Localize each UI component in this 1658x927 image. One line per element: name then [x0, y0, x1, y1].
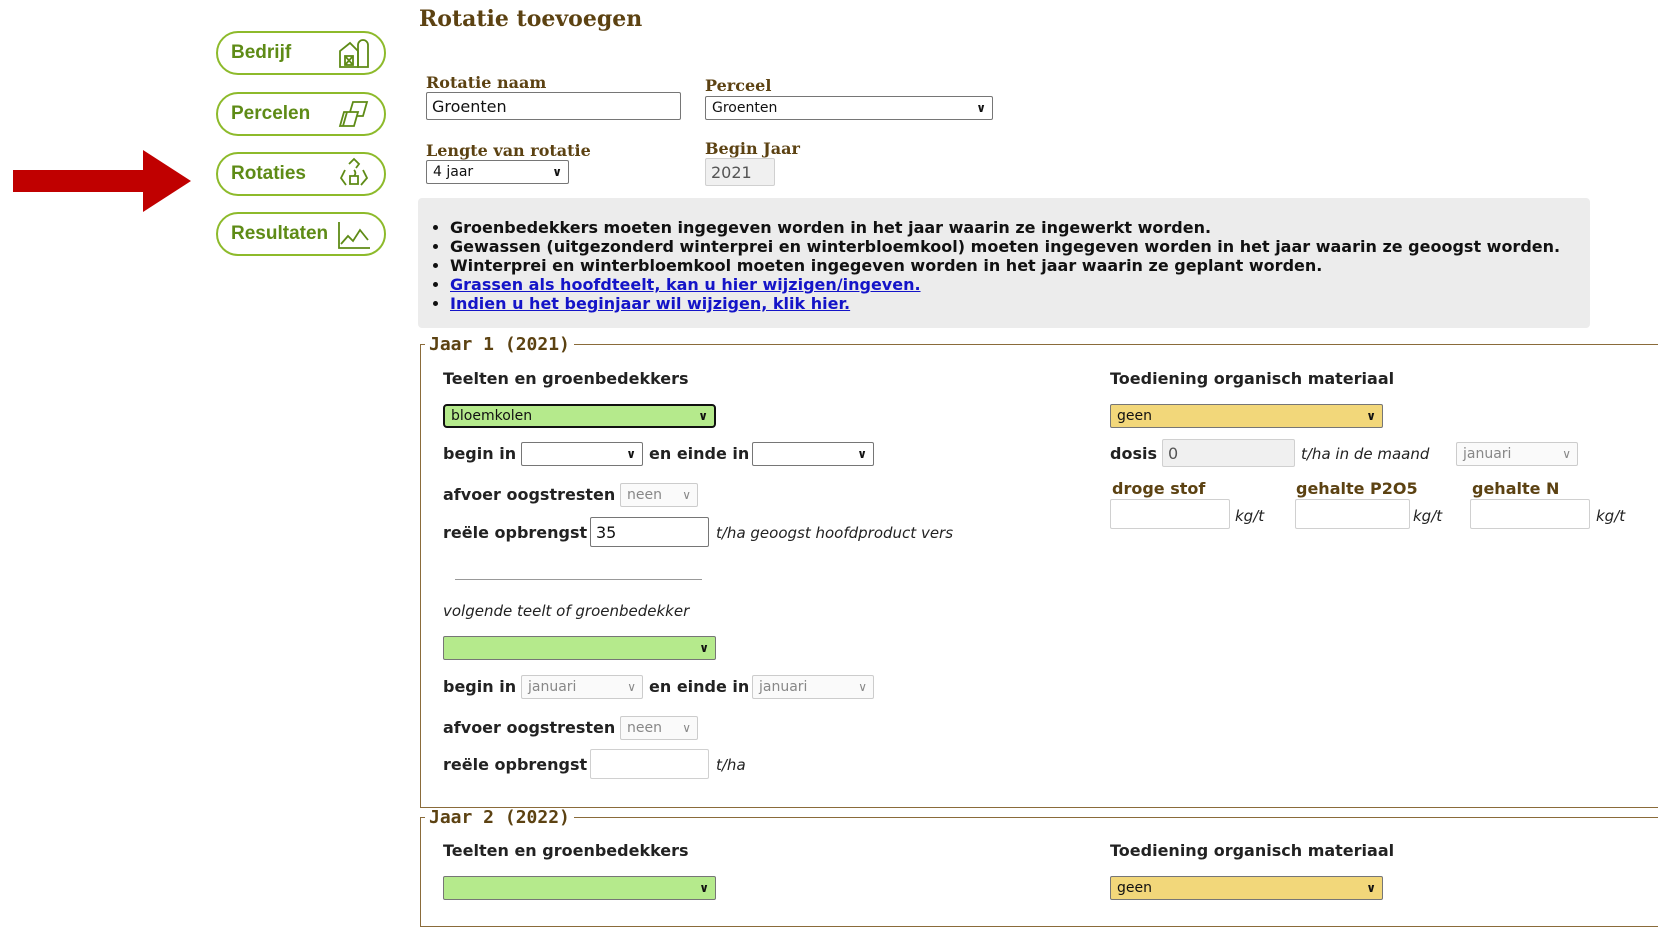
lengte-rotatie-select[interactable]: 4 jaar ∨	[426, 160, 569, 184]
dosis-label: dosis	[1110, 444, 1157, 463]
chevron-down-icon: ∨	[857, 447, 867, 461]
jaar1-legend: Jaar 1 (2021)	[429, 334, 570, 355]
sidebar-item-rotaties[interactable]: Rotaties	[216, 152, 386, 196]
afvoer-label: afvoer oogstresten	[443, 485, 616, 504]
chevron-down-icon: ∨	[698, 409, 708, 423]
volgende-teelt-select[interactable]: ∨	[443, 636, 716, 660]
rotatie-naam-input[interactable]	[426, 92, 681, 120]
chevron-down-icon: ∨	[699, 881, 709, 895]
org-select[interactable]: geen ∨	[1110, 404, 1383, 428]
chevron-down-icon: ∨	[858, 680, 867, 694]
begin-jaar-label: Begin Jaar	[705, 139, 800, 158]
teelt-selected: bloemkolen	[451, 408, 533, 424]
perceel-selected: Groenten	[712, 100, 778, 116]
volgende-label: volgende teelt of groenbedekker	[443, 602, 690, 620]
opbrengst-input[interactable]	[590, 517, 709, 547]
rotatie-naam-label: Rotatie naam	[426, 73, 547, 92]
n-input	[1470, 499, 1590, 529]
droge-stof-label: droge stof	[1112, 479, 1206, 498]
teelt-select[interactable]: bloemkolen ∨	[443, 404, 716, 428]
sidebar-item-percelen[interactable]: Percelen	[216, 92, 386, 136]
chevron-down-icon: ∨	[1366, 881, 1376, 895]
divider	[455, 579, 702, 580]
chevron-down-icon: ∨	[1562, 447, 1571, 461]
n-unit: kg/t	[1596, 507, 1626, 525]
info-item: Groenbedekkers moeten ingegeven worden i…	[450, 218, 1590, 237]
v-einde-in-select: januari ∨	[752, 675, 874, 699]
info-item: Winterprei en winterbloemkool moeten ing…	[450, 256, 1590, 275]
sidebar-item-label: Rotaties	[231, 163, 306, 184]
jaar2-fieldset: Jaar 2 (2022)	[420, 807, 1658, 927]
jaar2-legend: Jaar 2 (2022)	[429, 807, 570, 828]
afvoer-selected: neen	[627, 487, 662, 503]
v-begin-in-label: begin in	[443, 677, 517, 696]
chevron-down-icon: ∨	[682, 488, 691, 502]
recycle-icon	[339, 157, 369, 186]
sidebar-item-label: Resultaten	[231, 223, 329, 244]
v-afvoer-label: afvoer oogstresten	[443, 718, 616, 737]
info-item: Gewassen (uitgezonderd winterprei en win…	[450, 237, 1590, 256]
dosis-input	[1162, 439, 1295, 467]
lengte-rotatie-label: Lengte van rotatie	[426, 141, 591, 160]
lengte-selected: 4 jaar	[433, 164, 474, 180]
v-einde-in-label: en einde in	[649, 677, 750, 696]
chevron-down-icon: ∨	[626, 447, 636, 461]
opbrengst-unit: t/ha geoogst hoofdproduct vers	[716, 524, 954, 542]
afvoer-select: neen ∨	[620, 483, 698, 507]
sidebar-item-resultaten[interactable]: Resultaten	[216, 212, 386, 256]
chevron-down-icon: ∨	[1366, 409, 1376, 423]
dosis-unit: t/ha in de maand	[1301, 445, 1429, 463]
p2o5-input	[1295, 499, 1410, 529]
org-select-2[interactable]: geen ∨	[1110, 876, 1383, 900]
org-heading: Toediening organisch materiaal	[1110, 369, 1395, 388]
perceel-label: Perceel	[705, 76, 772, 95]
line-chart-icon	[338, 222, 370, 249]
org-selected-2: geen	[1117, 880, 1152, 896]
org-selected: geen	[1117, 408, 1152, 424]
page-title: Rotatie toevoegen	[419, 6, 643, 32]
opbrengst-label: reële opbrengst	[443, 523, 588, 542]
droge-stof-input	[1110, 499, 1230, 529]
beginjaar-link[interactable]: Indien u het beginjaar wil wijzigen, kli…	[450, 294, 850, 313]
maand-selected: januari	[1463, 446, 1512, 462]
sidebar-item-bedrijf[interactable]: Bedrijf	[216, 31, 386, 75]
parcels-icon	[338, 101, 369, 127]
info-box: Groenbedekkers moeten ingegeven worden i…	[418, 198, 1590, 328]
droge-stof-unit: kg/t	[1235, 507, 1265, 525]
v-afvoer-selected: neen	[627, 720, 662, 736]
p2o5-label: gehalte P2O5	[1296, 479, 1418, 498]
grassen-link[interactable]: Grassen als hoofdteelt, kan u hier wijzi…	[450, 275, 921, 294]
begin-in-select[interactable]: ∨	[521, 442, 643, 466]
perceel-select[interactable]: Groenten ∨	[705, 96, 993, 120]
einde-in-label: en einde in	[649, 444, 750, 463]
chevron-down-icon: ∨	[682, 721, 691, 735]
p2o5-unit: kg/t	[1413, 507, 1443, 525]
org-heading-2: Toediening organisch materiaal	[1110, 841, 1395, 860]
sidebar-item-label: Percelen	[231, 103, 311, 124]
chevron-down-icon: ∨	[552, 165, 562, 179]
v-begin-selected: januari	[528, 679, 577, 695]
v-opbrengst-unit: t/ha	[716, 756, 746, 774]
maand-select: januari ∨	[1456, 442, 1578, 466]
teelt-select-2[interactable]: ∨	[443, 876, 716, 900]
teelten-heading: Teelten en groenbedekkers	[443, 369, 689, 388]
chevron-down-icon: ∨	[976, 101, 986, 115]
farm-building-icon	[339, 39, 369, 68]
v-opbrengst-label: reële opbrengst	[443, 755, 588, 774]
begin-in-label: begin in	[443, 444, 517, 463]
n-label: gehalte N	[1472, 479, 1560, 498]
chevron-down-icon: ∨	[627, 680, 636, 694]
begin-jaar-input	[705, 158, 775, 186]
chevron-down-icon: ∨	[699, 641, 709, 655]
einde-in-select[interactable]: ∨	[752, 442, 874, 466]
v-opbrengst-input	[590, 749, 709, 779]
sidebar-item-label: Bedrijf	[231, 42, 292, 63]
red-arrow-icon	[13, 150, 191, 212]
v-begin-in-select: januari ∨	[521, 675, 643, 699]
v-afvoer-select: neen ∨	[620, 716, 698, 740]
v-einde-selected: januari	[759, 679, 808, 695]
dosis-unit-text: t/ha in de maand	[1301, 445, 1430, 463]
teelten-heading-2: Teelten en groenbedekkers	[443, 841, 689, 860]
